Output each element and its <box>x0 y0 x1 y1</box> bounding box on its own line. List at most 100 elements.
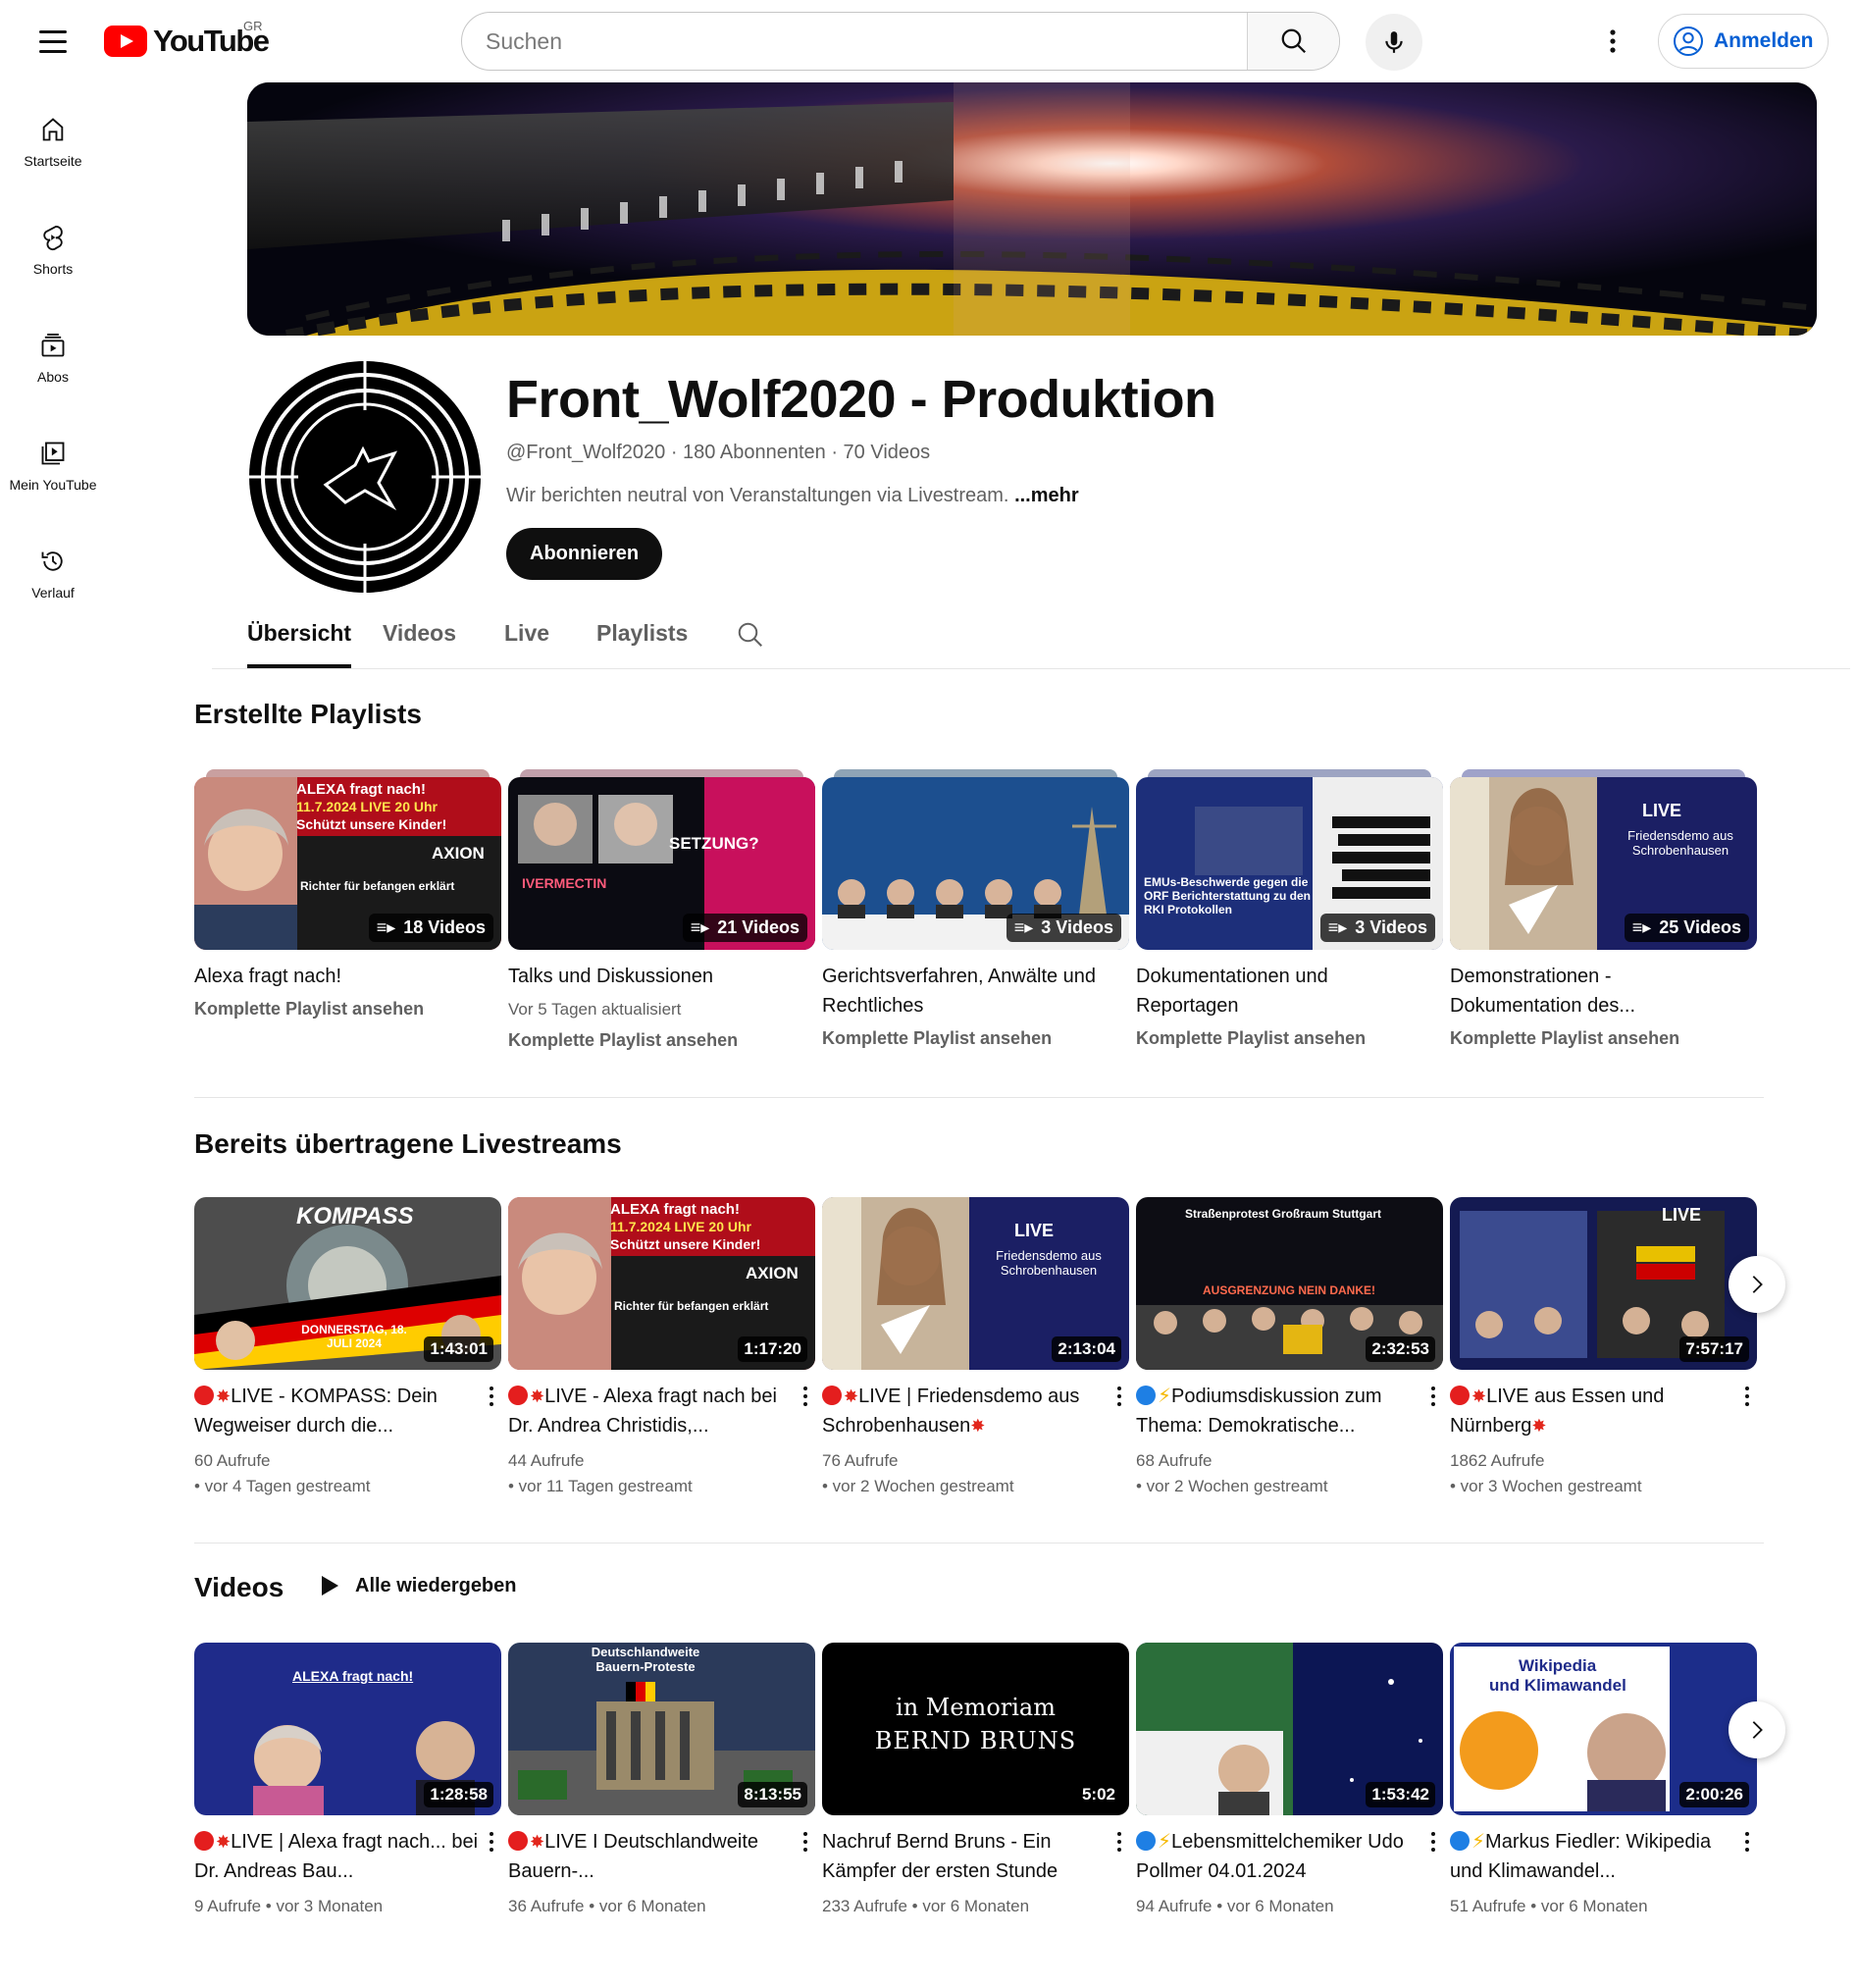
more-vert-icon[interactable] <box>796 1827 815 1857</box>
video-thumbnail[interactable]: KOMPASS DONNERSTAG, 18. JULI 2024 1:43:0… <box>194 1197 501 1370</box>
channel-avatar[interactable] <box>247 359 483 595</box>
tab-overview[interactable]: Übersicht <box>247 620 352 668</box>
playlist-card[interactable]: SETZUNG? IVERMECTIN ≡▸ 21 Videos Talks un… <box>508 769 815 1051</box>
more-vert-icon[interactable] <box>482 1827 501 1857</box>
tab-videos[interactable]: Videos <box>383 620 456 667</box>
playlist-card[interactable]: ALEXA fragt nach! 11.7.2024 LIVE 20 Uhr … <box>194 769 501 1020</box>
play-all-button[interactable]: Alle wiedergeben <box>320 1574 517 1597</box>
playlist-title[interactable]: Gerichtsverfahren, Anwälte und Rechtlich… <box>822 962 1107 1020</box>
tab-live[interactable]: Live <box>504 620 549 667</box>
playlist-count-badge: ≡▸ 18 Videos <box>368 914 493 942</box>
video-title[interactable]: ✸LIVE aus Essen und Nürnberg✸ <box>1450 1382 1715 1440</box>
red-circle-icon <box>822 1386 842 1405</box>
video-card[interactable]: LIVE Friedensdemo aus Schrobenhausen 2:1… <box>822 1197 1129 1499</box>
video-thumbnail[interactable]: ALEXA fragt nach! 1:28:58 <box>194 1643 501 1815</box>
video-card[interactable]: ALEXA fragt nach! 1:28:58 ✸LIVE | Alexa … <box>194 1643 501 1919</box>
video-card[interactable]: Wikipedia und Klimawandel 2:00:26 ⚡Marku… <box>1450 1643 1757 1919</box>
more-vert-icon[interactable] <box>1423 1827 1443 1857</box>
view-playlist-link[interactable]: Komplette Playlist ansehen <box>1450 1028 1757 1049</box>
video-thumbnail[interactable]: 1:53:42 <box>1136 1643 1443 1815</box>
video-title[interactable]: ✸LIVE | Friedensdemo aus Schrobenhausen✸ <box>822 1382 1107 1440</box>
playlist-card[interactable]: ≡▸ 3 Videos Gerichtsverfahren, Anwälte un… <box>822 769 1129 1049</box>
playlist-icon: ≡▸ <box>690 917 710 937</box>
section-title-videos: Videos <box>194 1572 284 1602</box>
sidebar-item-shorts[interactable]: Shorts <box>0 202 106 310</box>
videos-row: ALEXA fragt nach! 1:28:58 ✸LIVE | Alexa … <box>194 1643 1803 1915</box>
settings-menu-button[interactable] <box>1595 24 1630 59</box>
video-thumbnail[interactable]: Wikipedia und Klimawandel 2:00:26 <box>1450 1643 1757 1815</box>
playlist-thumbnail[interactable]: SETZUNG? IVERMECTIN ≡▸ 21 Videos <box>508 777 815 950</box>
playlist-card[interactable]: EMUs-Beschwerde gegen die ORF Berichters… <box>1136 769 1443 1049</box>
video-title[interactable]: ⚡Podiumsdiskussion zum Thema: Demokratis… <box>1136 1382 1420 1440</box>
video-thumbnail[interactable]: Straßenprotest Großraum Stuttgart AUSGRE… <box>1136 1197 1443 1370</box>
playlist-title[interactable]: Dokumentationen und Reportagen <box>1136 962 1420 1020</box>
playlist-card[interactable]: LIVE Friedensdemo aus Schrobenhausen ≡▸ 2… <box>1450 769 1757 1049</box>
playlist-title[interactable]: Alexa fragt nach! <box>194 962 479 991</box>
view-playlist-link[interactable]: Komplette Playlist ansehen <box>508 1030 815 1051</box>
video-views: 76 Aufrufe <box>822 1451 899 1470</box>
search-button[interactable] <box>1247 13 1339 70</box>
video-duration: 1:43:01 <box>424 1336 493 1362</box>
menu-icon[interactable] <box>29 22 77 61</box>
video-card[interactable]: Deutschlandweite Bauern-Proteste 8:13:55… <box>508 1643 815 1919</box>
video-title[interactable]: ⚡Markus Fiedler: Wikipedia und Klimawand… <box>1450 1827 1734 1886</box>
tab-playlists[interactable]: Playlists <box>596 620 688 667</box>
video-card[interactable]: LIVE 7:57:17 ✸LIVE aus Essen und Nürnber… <box>1450 1197 1757 1499</box>
sidebar-item-subscriptions[interactable]: Abos <box>0 310 106 418</box>
view-playlist-link[interactable]: Komplette Playlist ansehen <box>1136 1028 1443 1049</box>
sidebar-item-home[interactable]: Startseite <box>0 94 106 202</box>
video-thumbnail[interactable]: ALEXA fragt nach! 11.7.2024 LIVE 20 Uhr … <box>508 1197 815 1370</box>
youtube-logo[interactable]: YouTube GR <box>104 19 270 59</box>
video-title[interactable]: ✸LIVE | Alexa fragt nach... bei Dr. Andr… <box>194 1827 479 1886</box>
sidebar-item-library[interactable]: Mein YouTube <box>0 418 106 526</box>
more-vert-icon[interactable] <box>1110 1382 1129 1411</box>
tab-search[interactable] <box>736 620 765 654</box>
playlist-thumbnail[interactable]: ALEXA fragt nach! 11.7.2024 LIVE 20 Uhr … <box>194 777 501 950</box>
voice-search-button[interactable] <box>1366 14 1422 71</box>
video-title[interactable]: ✸LIVE - KOMPASS: Dein Wegweiser durch di… <box>194 1382 479 1440</box>
video-thumbnail[interactable]: Deutschlandweite Bauern-Proteste 8:13:55 <box>508 1643 815 1815</box>
playlist-thumbnail[interactable]: LIVE Friedensdemo aus Schrobenhausen ≡▸ 2… <box>1450 777 1757 950</box>
more-link[interactable]: ...mehr <box>1014 485 1079 506</box>
video-card[interactable]: KOMPASS DONNERSTAG, 18. JULI 2024 1:43:0… <box>194 1197 501 1499</box>
more-vert-icon[interactable] <box>1737 1382 1757 1411</box>
more-vert-icon[interactable] <box>482 1382 501 1411</box>
video-card[interactable]: 1:53:42 ⚡Lebensmittelchemiker Udo Pollme… <box>1136 1643 1443 1919</box>
video-card[interactable]: in Memoriam BERND BRUNS 5:02 Nachruf Ber… <box>822 1643 1129 1919</box>
view-playlist-link[interactable]: Komplette Playlist ansehen <box>822 1028 1129 1049</box>
channel-description[interactable]: Wir berichten neutral von Veranstaltunge… <box>506 485 1079 507</box>
subscribe-button[interactable]: Abonnieren <box>506 528 663 580</box>
video-title[interactable]: ✸LIVE I Deutschlandweite Bauern-... <box>508 1827 793 1886</box>
video-title[interactable]: ⚡Lebensmittelchemiker Udo Pollmer 04.01.… <box>1136 1827 1420 1886</box>
carousel-next-button[interactable] <box>1729 1701 1785 1758</box>
video-views: 68 Aufrufe <box>1136 1451 1213 1470</box>
video-card[interactable]: Straßenprotest Großraum Stuttgart AUSGRE… <box>1136 1197 1443 1499</box>
video-title[interactable]: Nachruf Bernd Bruns - Ein Kämpfer der er… <box>822 1827 1107 1886</box>
more-vert-icon[interactable] <box>1110 1827 1129 1857</box>
carousel-next-button[interactable] <box>1729 1256 1785 1313</box>
collision-icon: ✸ <box>970 1416 986 1436</box>
account-icon <box>1674 26 1703 56</box>
library-icon <box>41 442 65 465</box>
video-thumbnail[interactable]: LIVE Friedensdemo aus Schrobenhausen 2:1… <box>822 1197 1129 1370</box>
video-thumbnail[interactable]: in Memoriam BERND BRUNS 5:02 <box>822 1643 1129 1815</box>
playlist-title[interactable]: Talks und Diskussionen <box>508 962 793 991</box>
video-thumbnail[interactable]: LIVE 7:57:17 <box>1450 1197 1757 1370</box>
playlist-title[interactable]: Demonstrationen - Dokumentation des... <box>1450 962 1734 1020</box>
sidebar-item-history[interactable]: Verlauf <box>0 526 106 634</box>
playlist-thumbnail[interactable]: ≡▸ 3 Videos <box>822 777 1129 950</box>
video-title[interactable]: ✸LIVE - Alexa fragt nach bei Dr. Andrea … <box>508 1382 793 1440</box>
more-vert-icon[interactable] <box>796 1382 815 1411</box>
view-playlist-link[interactable]: Komplette Playlist ansehen <box>194 999 501 1020</box>
signin-button[interactable]: Anmelden <box>1658 14 1829 69</box>
history-icon <box>41 551 63 571</box>
playlist-thumbnail[interactable]: EMUs-Beschwerde gegen die ORF Berichters… <box>1136 777 1443 950</box>
video-card[interactable]: ALEXA fragt nach! 11.7.2024 LIVE 20 Uhr … <box>508 1197 815 1499</box>
search-icon <box>738 622 762 647</box>
more-vert-icon[interactable] <box>1737 1827 1757 1857</box>
more-vert-icon[interactable] <box>1423 1382 1443 1411</box>
video-count: 70 Videos <box>843 442 931 463</box>
playlist-count-badge: ≡▸ 21 Videos <box>682 914 807 942</box>
search-input[interactable] <box>462 13 1247 70</box>
channel-title: Front_Wolf2020 - Produktion <box>506 370 1216 429</box>
